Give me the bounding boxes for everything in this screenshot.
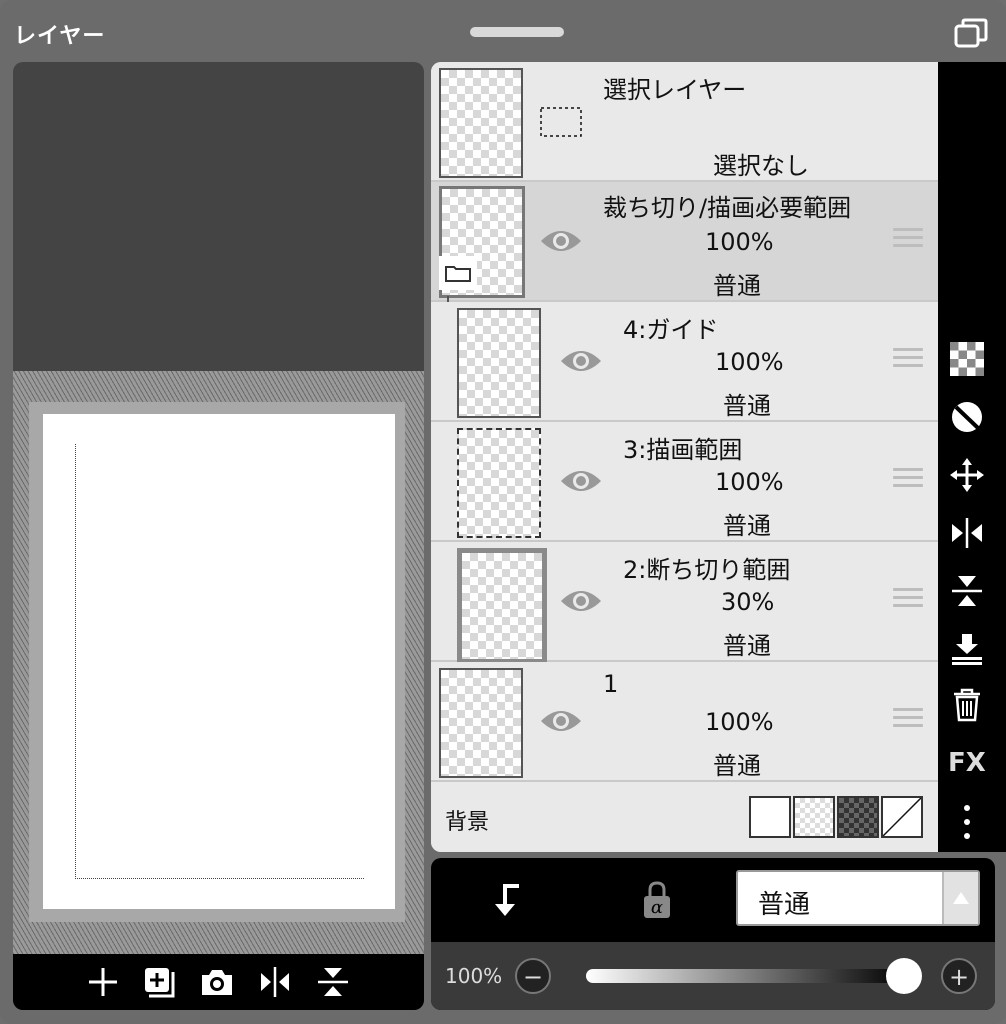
side-toolbar: FX: [938, 62, 1006, 852]
selection-status: 選択なし: [713, 152, 809, 180]
drag-grip-icon[interactable]: [893, 708, 923, 734]
layer-blend-mode: 普通: [713, 272, 761, 300]
add-icon[interactable]: [85, 964, 121, 1000]
background-none-swatch[interactable]: [881, 796, 923, 838]
blend-mode-value: 普通: [758, 890, 811, 920]
flip-vertical-icon[interactable]: [315, 964, 351, 1000]
layer-row-2[interactable]: 2:断ち切り範囲 30% 普通: [431, 542, 938, 664]
layer-blend-mode: 普通: [723, 392, 771, 420]
layer-opacity: 100%: [715, 348, 784, 376]
layer-thumbnail: [457, 548, 547, 664]
layer-blend-mode: 普通: [713, 752, 761, 780]
drag-grip-icon[interactable]: [893, 228, 923, 254]
layer-name: 裁ち切り/描画必要範囲: [603, 194, 852, 222]
drag-grip-icon[interactable]: [893, 588, 923, 614]
canvas-preview[interactable]: [13, 62, 424, 1010]
opacity-bar: 100% − +: [431, 942, 995, 1010]
preview-toolbar: [13, 954, 424, 1010]
layer-thumbnail: [439, 68, 523, 178]
drag-grip-icon[interactable]: [893, 468, 923, 494]
preview-page: [43, 414, 395, 909]
move-icon[interactable]: [950, 458, 984, 492]
layer-row-4[interactable]: 4:ガイド 100% 普通: [431, 302, 938, 422]
opacity-decrease-button[interactable]: −: [515, 958, 551, 994]
preview-bleed-area: [29, 402, 405, 922]
layer-name: 1: [603, 670, 619, 698]
layer-panel: レイヤー 選択レイヤー 選択なし 裁ち切り/描画必要範囲 100% 普通 4:ガ…: [0, 0, 1006, 1024]
blend-mode-dropdown-button[interactable]: [942, 872, 978, 924]
opacity-slider-knob[interactable]: [886, 958, 922, 994]
window-restore-icon[interactable]: [954, 18, 988, 48]
checker-icon[interactable]: [950, 342, 984, 376]
preview-canvas-area: [13, 371, 424, 954]
layer-blend-mode: 普通: [723, 512, 771, 540]
layer-thumbnail: [439, 668, 523, 778]
panel-title: レイヤー: [14, 24, 106, 49]
background-light-checker-swatch[interactable]: [793, 796, 835, 838]
opacity-increase-button[interactable]: +: [941, 958, 977, 994]
folder-icon: [445, 266, 471, 282]
background-dark-checker-swatch[interactable]: [837, 796, 879, 838]
trash-icon[interactable]: [950, 688, 984, 722]
layer-name: 選択レイヤー: [603, 76, 747, 104]
triangle-up-icon: [953, 892, 969, 904]
layer-opacity: 100%: [705, 228, 774, 256]
opacity-label: 100%: [445, 964, 503, 988]
layer-blend-mode: 普通: [723, 632, 771, 660]
background-white-swatch[interactable]: [749, 796, 791, 838]
layer-opacity: 100%: [705, 708, 774, 736]
drag-grip-icon[interactable]: [893, 348, 923, 374]
eye-icon[interactable]: [559, 586, 603, 616]
merge-down-icon[interactable]: [950, 632, 984, 666]
folder-badge: [439, 256, 477, 290]
eye-icon[interactable]: [559, 466, 603, 496]
layer-list: 選択レイヤー 選択なし 裁ち切り/描画必要範囲 100% 普通 4:ガイド 10…: [431, 62, 938, 852]
layer-row-selection[interactable]: 選択レイヤー 選択なし: [431, 62, 938, 182]
selection-marquee-icon: [540, 107, 582, 137]
flip-horizontal-icon[interactable]: [257, 964, 293, 1000]
layer-thumbnail: [457, 308, 541, 418]
more-icon[interactable]: [950, 802, 984, 842]
blend-mode-select[interactable]: 普通: [736, 870, 980, 926]
layer-row-1[interactable]: 1 100% 普通: [431, 662, 938, 782]
alpha-lock-icon[interactable]: α: [641, 880, 673, 920]
eye-icon[interactable]: [539, 706, 583, 736]
layer-name: 2:断ち切り範囲: [623, 556, 791, 584]
preview-guide-line: [75, 444, 364, 879]
layer-name: 3:描画範囲: [623, 436, 743, 464]
clip-to-below-icon[interactable]: [491, 882, 523, 918]
camera-icon[interactable]: [199, 964, 235, 1000]
layer-properties-bar: α 普通 100% − +: [431, 858, 995, 1010]
half-circle-icon[interactable]: [950, 400, 984, 434]
background-label: 背景: [445, 810, 490, 835]
drag-handle[interactable]: [470, 27, 564, 37]
layer-name: 4:ガイド: [623, 316, 719, 344]
flip-horizontal-icon[interactable]: [950, 516, 984, 550]
flip-vertical-icon[interactable]: [950, 574, 984, 608]
add-layer-icon[interactable]: [141, 964, 177, 1000]
opacity-slider-track[interactable]: [586, 969, 906, 983]
layer-thumbnail: [457, 428, 541, 538]
eye-icon[interactable]: [539, 226, 583, 256]
layer-row-3[interactable]: 3:描画範囲 100% 普通: [431, 422, 938, 542]
layer-row-folder[interactable]: 裁ち切り/描画必要範囲 100% 普通: [431, 182, 938, 302]
background-row: 背景: [431, 784, 938, 852]
layer-opacity: 30%: [721, 588, 775, 616]
fx-button[interactable]: FX: [948, 748, 986, 778]
svg-text:α: α: [651, 897, 663, 918]
layer-opacity: 100%: [715, 468, 784, 496]
eye-icon[interactable]: [559, 346, 603, 376]
